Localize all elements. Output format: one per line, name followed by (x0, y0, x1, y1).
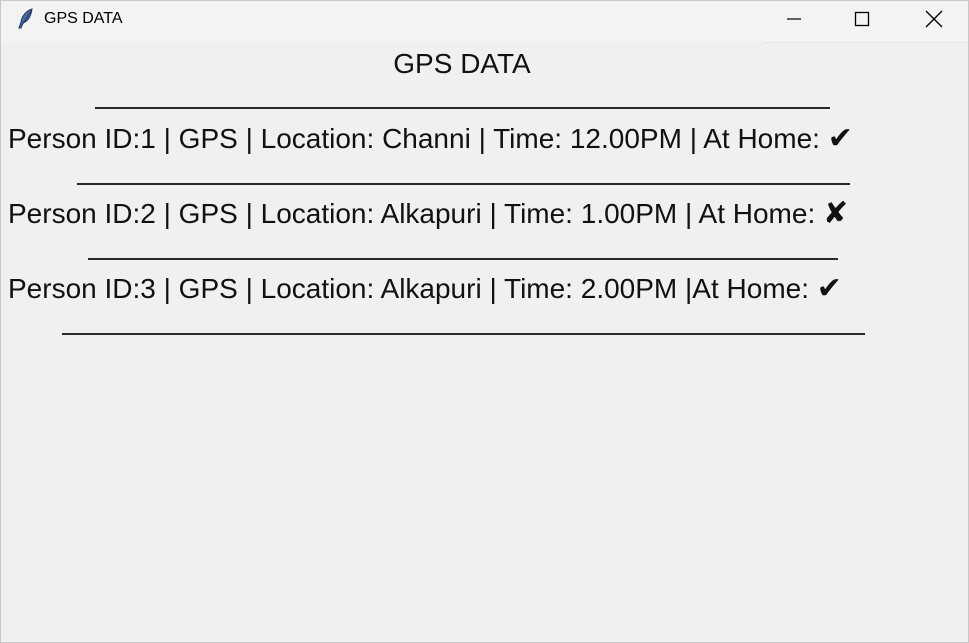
separator-line (62, 333, 865, 335)
gps-record-row: Person ID:3 | GPS | Location: Alkapuri |… (8, 273, 842, 305)
gps-record-text: Person ID:1 | GPS | Location: Channi | T… (8, 123, 828, 154)
minimize-button[interactable] (760, 1, 828, 42)
separator-line (95, 107, 830, 109)
title-bar[interactable]: GPS DATA (1, 1, 968, 42)
app-window: GPS DATA GPS DATA Person ID:1 | GPS | Lo… (0, 0, 969, 643)
separator-line (77, 183, 850, 185)
gps-record-text: Person ID:2 | GPS | Location: Alkapuri |… (8, 198, 824, 229)
gps-record-row: Person ID:1 | GPS | Location: Channi | T… (8, 123, 853, 155)
page-heading: GPS DATA (393, 48, 531, 79)
minimize-icon (785, 10, 803, 33)
gps-record-row: Person ID:2 | GPS | Location: Alkapuri |… (8, 198, 848, 230)
check-mark-icon: ✔ (827, 122, 853, 155)
window-title: GPS DATA (44, 10, 123, 27)
check-mark-icon: ✔ (816, 272, 842, 305)
feather-icon (16, 8, 36, 30)
separator-line (88, 258, 838, 260)
maximize-icon (853, 10, 871, 33)
cross-mark-icon: ✘ (823, 197, 849, 230)
close-icon (924, 9, 944, 34)
maximize-button[interactable] (828, 1, 896, 42)
close-button[interactable] (900, 1, 968, 42)
titlebar-divider (764, 42, 968, 43)
gps-record-text: Person ID:3 | GPS | Location: Alkapuri |… (8, 273, 817, 304)
